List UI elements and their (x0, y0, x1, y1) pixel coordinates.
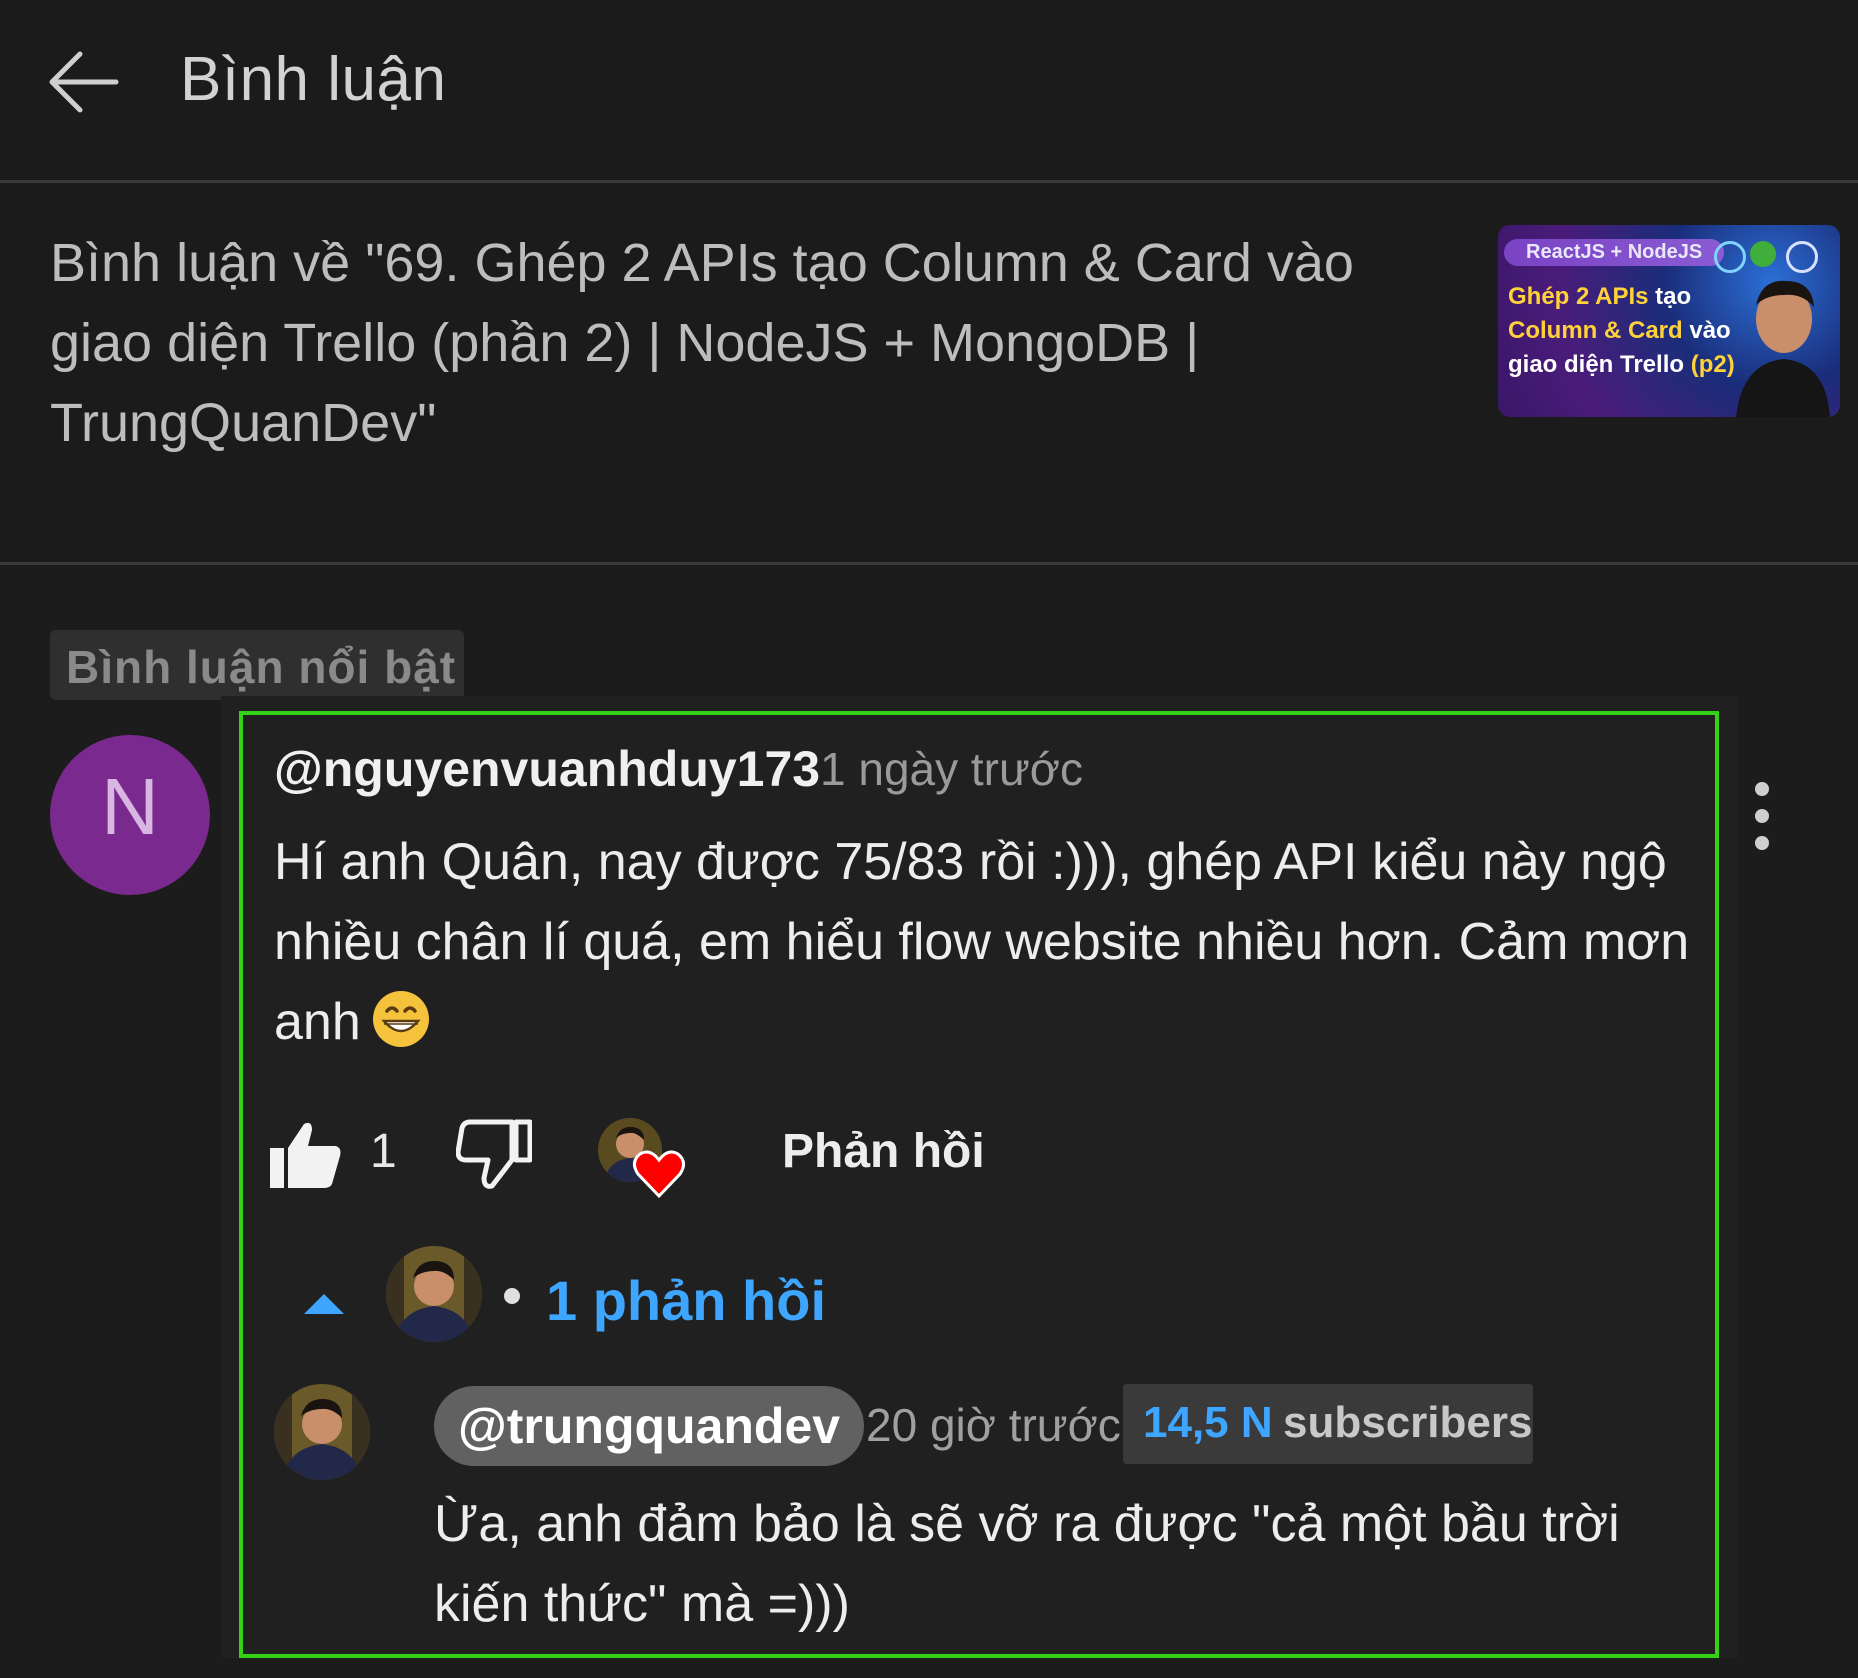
comment-text: Hí anh Quân, nay được 75/83 rồi :))), gh… (274, 833, 1690, 1051)
thumbnail-tag: ReactJS + NodeJS (1504, 239, 1725, 266)
thumbnail-line-3: giao diện Trello (p2) (1508, 351, 1735, 378)
page-title: Bình luận (180, 45, 447, 114)
separator-dot (504, 1288, 520, 1304)
avatar-letter: N (101, 762, 159, 851)
subscribers-label: subscribers (1283, 1398, 1533, 1447)
featured-comments-chip[interactable]: Bình luận nổi bật (50, 630, 464, 700)
subscribers-chip: 14,5 N subscribers (1123, 1384, 1533, 1464)
like-count: 1 (370, 1125, 397, 1178)
reply-author-avatar[interactable] (274, 1384, 370, 1480)
react-logo-icon (1714, 241, 1746, 273)
reply-author: @trungquandev (458, 1398, 841, 1454)
video-header: Bình luận về "69. Ghép 2 APIs tạo Column… (0, 183, 1858, 562)
mongo-logo-icon (1786, 241, 1818, 273)
featured-comments-label: Bình luận nổi bật (66, 641, 457, 693)
reply-text: Ừa, anh đảm bảo là sẽ vỡ ra được "cả một… (434, 1495, 1620, 1633)
video-thumbnail[interactable]: ReactJS + NodeJS Ghép 2 APIs tạo Column … (1498, 225, 1840, 417)
top-bar: Bình luận (0, 0, 1858, 180)
reply-author-avatar-small (386, 1246, 482, 1342)
thumb-down-icon[interactable] (456, 1118, 532, 1190)
thumbnail-person-image (1736, 280, 1830, 417)
commenter-avatar[interactable]: N (50, 735, 210, 895)
back-arrow-icon[interactable] (44, 46, 124, 118)
comment-time: 1 ngày trước (820, 743, 1083, 795)
replies-toggle[interactable]: 1 phản hồi (546, 1268, 826, 1333)
creator-badge[interactable]: @trungquandev (434, 1386, 865, 1466)
node-logo-icon (1750, 241, 1776, 267)
more-vert-icon[interactable] (1748, 776, 1776, 856)
comment-author[interactable]: @nguyenvuanhduy173 (274, 740, 820, 798)
thumb-up-icon[interactable] (268, 1118, 344, 1190)
heart-icon (633, 1150, 685, 1199)
thumbnail-line-1: Ghép 2 APIs tạo (1508, 283, 1692, 310)
reply-time: 20 giờ trước (866, 1399, 1121, 1451)
reply-button[interactable]: Phản hồi (782, 1124, 985, 1179)
subscribers-count: 14,5 N (1143, 1398, 1273, 1447)
thumbnail-line-2: Column & Card vào (1508, 317, 1731, 344)
chevron-up-icon[interactable] (302, 1290, 346, 1316)
video-description: Bình luận về "69. Ghép 2 APIs tạo Column… (50, 233, 1354, 453)
grinning-emoji-icon (372, 991, 429, 1047)
